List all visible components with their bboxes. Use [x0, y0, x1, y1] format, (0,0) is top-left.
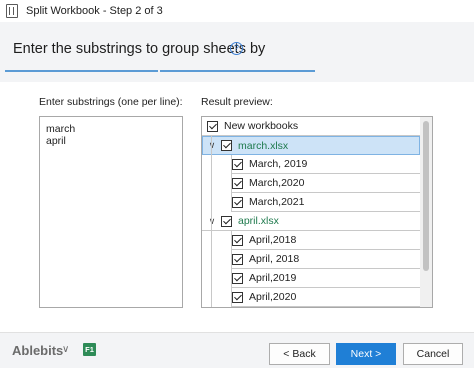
- cancel-button[interactable]: Cancel: [403, 343, 463, 365]
- scrollbar-thumb[interactable]: [423, 121, 429, 271]
- checkbox[interactable]: [232, 272, 243, 284]
- chevron-down-icon[interactable]: ∨: [207, 140, 217, 151]
- checkbox[interactable]: [232, 158, 243, 170]
- checkbox[interactable]: [232, 177, 243, 189]
- f1-help-icon[interactable]: F1: [83, 343, 96, 356]
- tree-item-sheet[interactable]: March, 2019: [232, 155, 422, 174]
- brand-logo[interactable]: Ablebits: [12, 343, 63, 358]
- checkbox[interactable]: [221, 215, 232, 227]
- checkbox[interactable]: [232, 234, 243, 246]
- wizard-header: Enter the substrings to group sheets by …: [0, 22, 474, 82]
- step-indicator-1: [5, 70, 158, 72]
- sheet-name: April, 2018: [249, 253, 300, 265]
- checkbox[interactable]: [207, 120, 218, 132]
- sheet-name: April,2020: [249, 291, 297, 303]
- tree-item-sheet[interactable]: April, 2018: [232, 250, 422, 269]
- tree-root-label: New workbooks: [224, 120, 299, 132]
- substring-line: march: [46, 123, 76, 135]
- tree-root[interactable]: New workbooks: [202, 117, 422, 136]
- back-button[interactable]: < Back: [269, 343, 330, 365]
- checkbox[interactable]: [221, 140, 232, 151]
- tree-scrollbar[interactable]: [420, 117, 432, 307]
- help-icon[interactable]: ?: [230, 42, 243, 55]
- window-title: Split Workbook - Step 2 of 3: [26, 5, 163, 17]
- workbook-name: april.xlsx: [238, 215, 279, 227]
- substrings-input[interactable]: march april: [39, 116, 183, 308]
- next-button[interactable]: Next >: [336, 343, 396, 365]
- tree-item-sheet[interactable]: April,2020: [232, 288, 422, 307]
- tree-guide-line: [231, 231, 232, 307]
- wizard-footer: Ablebits ∨ F1 < Back Next > Cancel: [0, 332, 474, 368]
- chevron-down-icon[interactable]: ∨: [62, 344, 69, 355]
- chevron-down-icon[interactable]: ∨: [207, 216, 217, 227]
- checkbox[interactable]: [232, 253, 243, 265]
- tree-item-sheet[interactable]: April,2019: [232, 269, 422, 288]
- result-preview-tree[interactable]: New workbooks ∨ march.xlsx March, 2019 M…: [201, 116, 433, 308]
- sheet-name: March,2020: [249, 177, 305, 189]
- result-preview-label: Result preview:: [201, 96, 273, 108]
- tree-item-sheet[interactable]: April,2018: [232, 231, 422, 250]
- checkbox[interactable]: [232, 291, 243, 303]
- workbook-icon: [6, 4, 18, 18]
- sheet-name: April,2018: [249, 234, 297, 246]
- tree-guide-line: [231, 155, 232, 212]
- workbook-name: march.xlsx: [238, 139, 289, 152]
- title-bar: Split Workbook - Step 2 of 3: [0, 0, 474, 22]
- tree-item-sheet[interactable]: March,2021: [232, 193, 422, 212]
- substring-line: april: [46, 135, 66, 147]
- page-title: Enter the substrings to group sheets by: [13, 41, 266, 57]
- tree-item-workbook[interactable]: ∨ march.xlsx: [202, 136, 420, 155]
- sheet-name: March, 2019: [249, 158, 308, 170]
- checkbox[interactable]: [232, 196, 243, 208]
- tree-item-sheet[interactable]: March,2020: [232, 174, 422, 193]
- tree-guide-line: [211, 136, 212, 307]
- step-indicator-2: [160, 70, 315, 72]
- sheet-name: March,2021: [249, 196, 305, 208]
- sheet-name: April,2019: [249, 272, 297, 284]
- substrings-label: Enter substrings (one per line):: [39, 96, 183, 108]
- tree-item-workbook[interactable]: ∨ april.xlsx: [202, 212, 422, 231]
- wizard-content: Enter substrings (one per line): march a…: [0, 82, 474, 332]
